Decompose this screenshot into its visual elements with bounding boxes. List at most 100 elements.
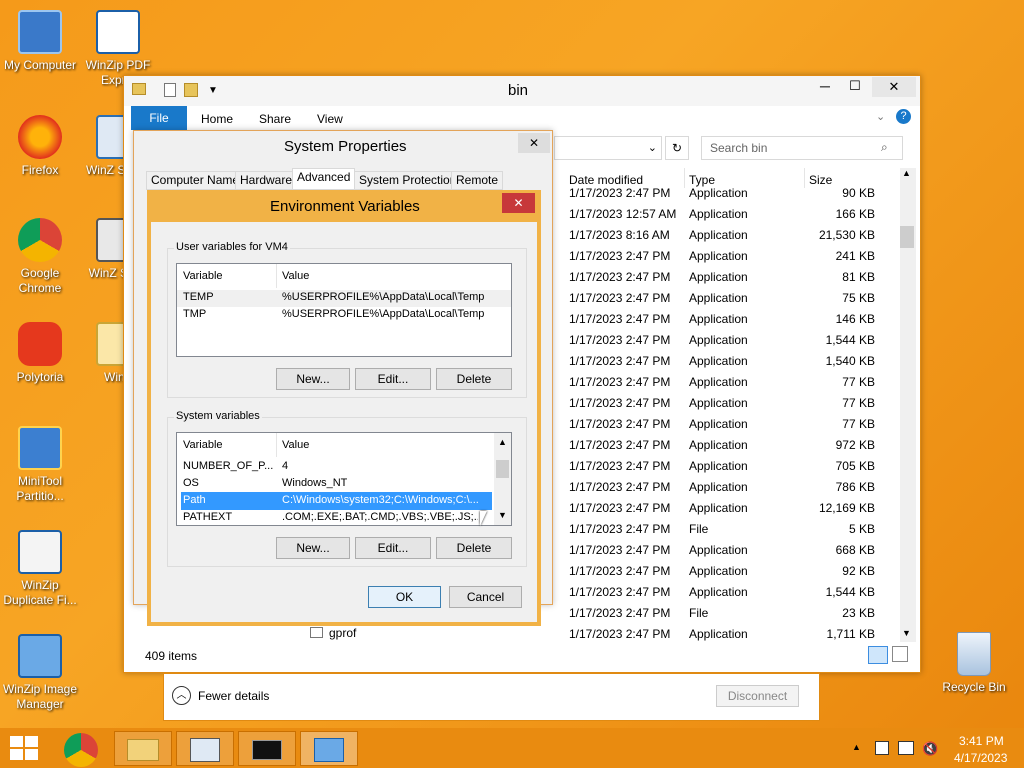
desktop-icon-minitool[interactable]: MiniTool Partitio... <box>0 426 80 504</box>
file-row-size[interactable]: 1,544 KB <box>804 582 875 603</box>
user-col-variable-header[interactable]: Variable <box>183 270 223 282</box>
system-properties-close-button[interactable]: ✕ <box>518 133 550 153</box>
ribbon-tab-view[interactable]: View <box>317 112 343 126</box>
system-row-name[interactable]: Path <box>183 494 206 506</box>
file-row-size[interactable]: 1,540 KB <box>804 351 875 372</box>
start-button[interactable] <box>10 736 38 760</box>
desktop-icon-chrome[interactable]: Google Chrome <box>0 218 80 296</box>
clock-date[interactable]: 4/17/2023 <box>954 751 1007 765</box>
minimize-button[interactable]: ─ <box>812 78 838 98</box>
file-row-size[interactable]: 92 KB <box>804 561 875 582</box>
tab-computer-name[interactable]: Computer Name <box>146 171 245 190</box>
user-row-name[interactable]: TMP <box>183 308 206 320</box>
file-row-size[interactable]: 166 KB <box>804 204 875 225</box>
file-row-type[interactable]: Application <box>689 351 799 372</box>
search-input[interactable]: Search bin <box>701 136 903 160</box>
file-row-size[interactable]: 705 KB <box>804 456 875 477</box>
file-row-type[interactable]: Application <box>689 393 799 414</box>
file-row-size[interactable]: 21,530 KB <box>804 225 875 246</box>
desktop-icon-firefox[interactable]: Firefox <box>0 115 80 178</box>
file-row-size[interactable]: 77 KB <box>804 414 875 435</box>
file-row-date[interactable]: 1/17/2023 2:47 PM <box>569 309 684 330</box>
system-row-name[interactable]: OS <box>183 477 199 489</box>
desktop-icon-winzip-duplicate[interactable]: WinZip Duplicate Fi... <box>0 530 80 608</box>
file-row-size[interactable]: 972 KB <box>804 435 875 456</box>
tab-remote[interactable]: Remote <box>451 171 504 190</box>
file-row-type[interactable]: Application <box>689 372 799 393</box>
file-row-size[interactable]: 1,711 KB <box>804 624 875 645</box>
file-row-type[interactable]: Application <box>689 435 799 456</box>
cancel-button[interactable]: Cancel <box>449 586 522 608</box>
file-row-date[interactable]: 1/17/2023 8:16 AM <box>569 225 684 246</box>
properties-icon[interactable] <box>164 83 176 97</box>
file-row-size[interactable]: 146 KB <box>804 309 875 330</box>
envvars-close-button[interactable]: ✕ <box>502 193 535 213</box>
file-row-type[interactable]: Application <box>689 309 799 330</box>
file-row-size[interactable]: 1,544 KB <box>804 330 875 351</box>
system-row-name[interactable]: NUMBER_OF_P... <box>183 460 273 472</box>
file-row-size[interactable]: 786 KB <box>804 477 875 498</box>
file-row-size[interactable]: 12,169 KB <box>804 498 875 519</box>
close-button[interactable]: ✕ <box>872 77 916 97</box>
system-col-value-header[interactable]: Value <box>282 439 309 451</box>
file-row-date[interactable]: 1/17/2023 2:47 PM <box>569 393 684 414</box>
refresh-icon[interactable]: ↻ <box>665 136 689 160</box>
file-row-date[interactable]: 1/17/2023 12:57 AM <box>569 204 684 225</box>
file-row-size[interactable]: 23 KB <box>804 603 875 624</box>
file-row-type[interactable]: Application <box>689 267 799 288</box>
file-row-date[interactable]: 1/17/2023 2:47 PM <box>569 246 684 267</box>
ribbon-tab-home[interactable]: Home <box>201 112 233 126</box>
scroll-up-icon[interactable]: ▲ <box>902 168 911 178</box>
clock-time[interactable]: 3:41 PM <box>959 734 1004 748</box>
taskbar-cmd-button[interactable] <box>238 731 296 766</box>
scroll-thumb[interactable] <box>496 460 509 478</box>
ribbon-tab-file[interactable]: File <box>131 106 187 130</box>
system-delete-button[interactable]: Delete <box>436 537 512 559</box>
details-view-icon[interactable] <box>868 646 888 664</box>
scroll-down-icon[interactable]: ▼ <box>902 628 911 638</box>
file-row-size[interactable]: 668 KB <box>804 540 875 561</box>
gprof-file-name[interactable]: gprof <box>329 626 356 640</box>
system-edit-button[interactable]: Edit... <box>355 537 431 559</box>
file-row-date[interactable]: 1/17/2023 2:47 PM <box>569 582 684 603</box>
user-row-name[interactable]: TEMP <box>183 291 214 303</box>
file-row-date[interactable]: 1/17/2023 2:47 PM <box>569 351 684 372</box>
file-row-type[interactable]: Application <box>689 624 799 645</box>
file-row-size[interactable]: 5 KB <box>804 519 875 540</box>
scroll-thumb[interactable] <box>900 226 914 248</box>
file-row-date[interactable]: 1/17/2023 2:47 PM <box>569 267 684 288</box>
system-row-value[interactable]: 4 <box>282 460 288 472</box>
user-new-button[interactable]: New... <box>276 368 350 390</box>
ribbon-tab-share[interactable]: Share <box>259 112 291 126</box>
file-row-type[interactable]: Application <box>689 477 799 498</box>
file-row-size[interactable]: 81 KB <box>804 267 875 288</box>
file-row-size[interactable]: 77 KB <box>804 393 875 414</box>
file-row-size[interactable]: 90 KB <box>804 183 875 204</box>
file-row-type[interactable]: Application <box>689 561 799 582</box>
fewer-details-button[interactable]: Fewer details <box>198 689 269 703</box>
system-row-value[interactable]: C:\Windows\system32;C:\Windows;C:\... <box>282 494 487 506</box>
file-row-date[interactable]: 1/17/2023 2:47 PM <box>569 330 684 351</box>
ok-button[interactable]: OK <box>368 586 441 608</box>
taskbar-chrome-button[interactable] <box>64 733 98 767</box>
file-row-date[interactable]: 1/17/2023 2:47 PM <box>569 477 684 498</box>
large-icons-view-icon[interactable] <box>892 646 908 662</box>
file-row-type[interactable]: Application <box>689 456 799 477</box>
file-row-type[interactable]: Application <box>689 204 799 225</box>
action-center-icon[interactable] <box>875 741 889 755</box>
file-row-date[interactable]: 1/17/2023 2:47 PM <box>569 183 684 204</box>
maximize-button[interactable]: ☐ <box>842 78 868 98</box>
taskbar-explorer-button[interactable] <box>114 731 172 766</box>
ribbon-expand-icon[interactable]: ⌄ <box>876 110 885 123</box>
file-row-date[interactable]: 1/17/2023 2:47 PM <box>569 435 684 456</box>
file-row-type[interactable]: Application <box>689 288 799 309</box>
desktop-icon-winzip-image[interactable]: WinZip Image Manager <box>0 634 80 712</box>
file-row-size[interactable]: 75 KB <box>804 288 875 309</box>
file-row-date[interactable]: 1/17/2023 2:47 PM <box>569 288 684 309</box>
system-row-value[interactable]: .COM;.EXE;.BAT;.CMD;.VBS;.VBE;.JS;... <box>282 511 478 523</box>
disconnect-button[interactable]: Disconnect <box>716 685 799 707</box>
scroll-up-icon[interactable]: ▲ <box>498 437 507 447</box>
file-row-date[interactable]: 1/17/2023 2:47 PM <box>569 456 684 477</box>
chevron-up-icon[interactable]: ︿ <box>172 686 191 705</box>
user-row-value[interactable]: %USERPROFILE%\AppData\Local\Temp <box>282 308 497 320</box>
